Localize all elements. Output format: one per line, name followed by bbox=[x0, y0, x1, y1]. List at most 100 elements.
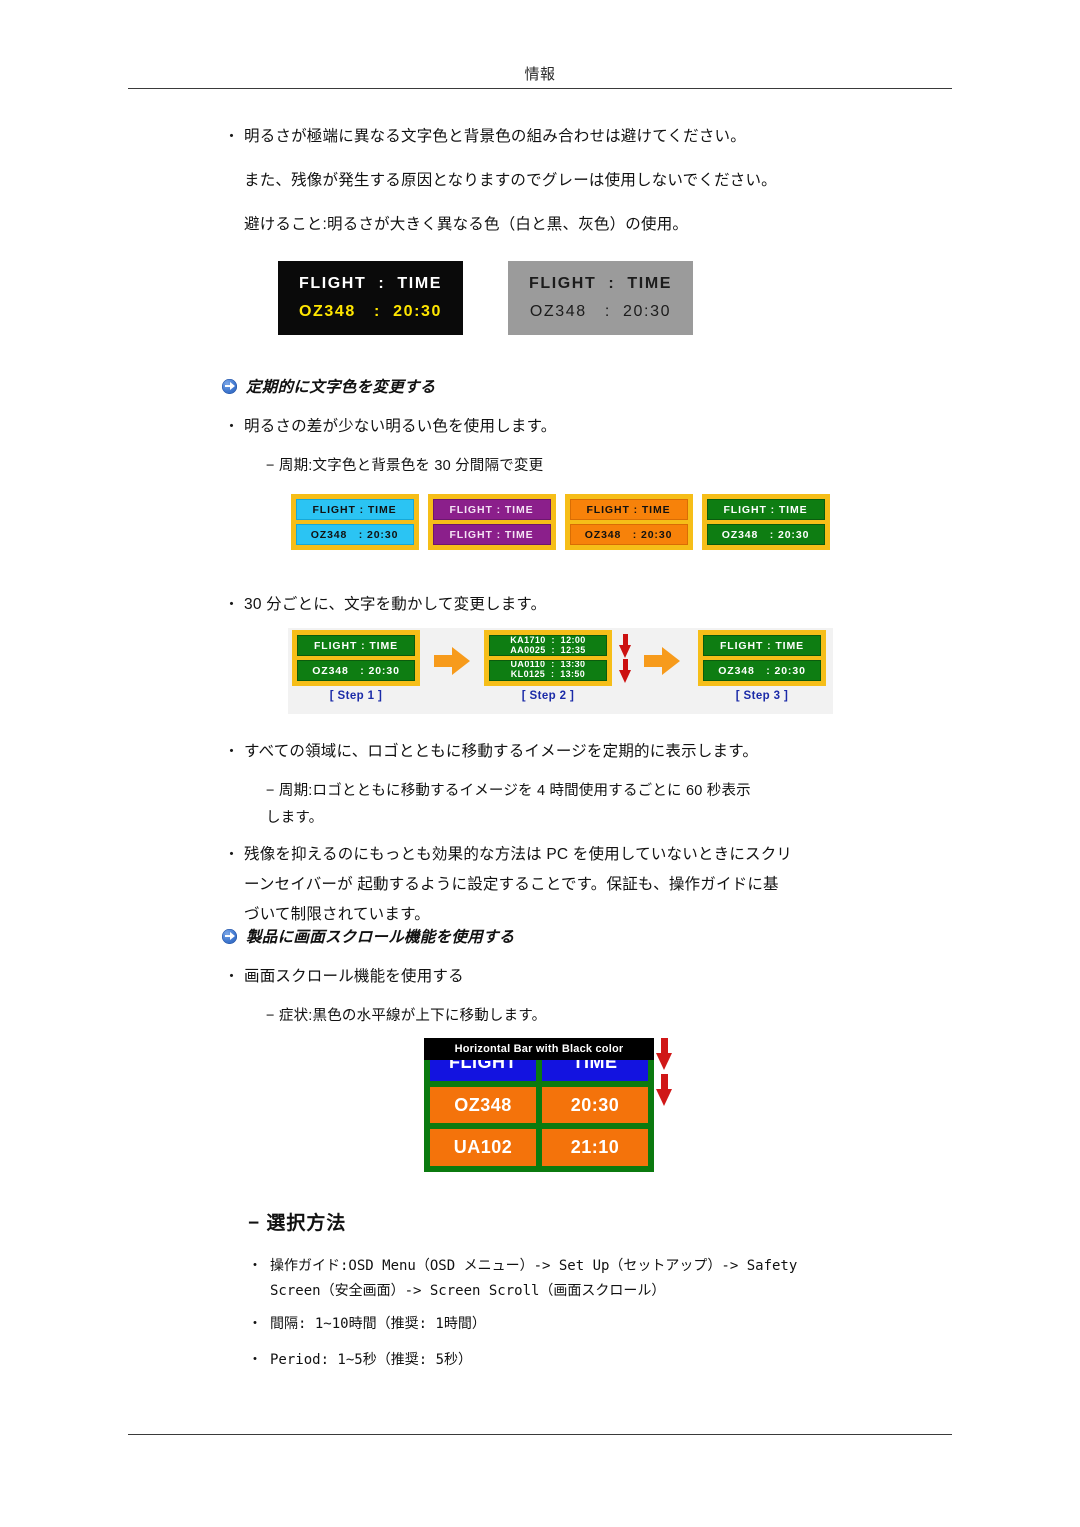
page-header-title: 情報 bbox=[524, 66, 556, 83]
bullet-dot-icon: ・ bbox=[224, 846, 240, 863]
section-heading-1-text: 定期的に文字色を変更する bbox=[246, 379, 436, 396]
bullet-dot-icon: ・ bbox=[224, 743, 240, 760]
flight-panel-gray-line2: OZ348 : 20:30 bbox=[529, 303, 672, 320]
section-heading-change-text-color: 定期的に文字色を変更する bbox=[222, 375, 436, 397]
step2-row2-line-b: KL0125 : 13:50 bbox=[510, 669, 586, 679]
step2-row2-line-a: UA0110 : 13:30 bbox=[510, 660, 586, 669]
color-panel-wrap-purple: FLIGHT : TIME FLIGHT : TIME bbox=[423, 494, 560, 550]
step2-row1-line-a: KA1710 : 12:00 bbox=[510, 635, 586, 645]
document-page: 情報 ・ 明るさが極端に異なる文字色と背景色の組み合わせは避けてください。 また… bbox=[0, 0, 1080, 1527]
section1-bullet-3-row: ・ すべての領域に、ロゴとともに移動するイメージを定期的に表示します。 bbox=[222, 737, 942, 767]
step3-row2: OZ348 : 20:30 bbox=[703, 660, 821, 681]
color-panel-wrap-cyan: FLIGHT : TIME OZ348 : 20:30 bbox=[286, 494, 423, 550]
step2-panel: KA1710 : 12:00 AA0025 : 12:35 UA0110 : 1… bbox=[484, 630, 612, 686]
header-rule bbox=[128, 88, 952, 89]
arrow-down-icon-3 bbox=[656, 1038, 673, 1070]
section1-bullet-4-line1: 残像を抑えるのにもっとも効果的な方法は PC を使用していないときにスクリ bbox=[244, 846, 793, 863]
step2-row1: KA1710 : 12:00 AA0025 : 12:35 bbox=[489, 635, 607, 656]
hb-row3-right: 21:10 bbox=[542, 1129, 648, 1167]
section1-bullet-2-text: 30 分ごとに、文字を動かして変更します。 bbox=[244, 596, 547, 613]
color-panel-wrap-green: FLIGHT : TIME OZ348 : 20:30 bbox=[697, 494, 834, 550]
hb-row2-right: 20:30 bbox=[542, 1086, 648, 1124]
arrow-bullet-icon bbox=[222, 378, 237, 394]
horizontal-bar-row-3: UA102 21:10 bbox=[430, 1129, 648, 1167]
bullet-dot-icon: ・ bbox=[248, 1258, 262, 1274]
section2-bullet-1-text: 画面スクロール機能を使用する bbox=[244, 968, 464, 985]
step3-label: [ Step 3 ] bbox=[735, 690, 789, 702]
arrow-down-icon-2 bbox=[619, 659, 632, 683]
section2-bullet-1-block: ・ 画面スクロール機能を使用する − 症状:黒色の水平線が上下に移動します。 bbox=[222, 962, 922, 1030]
color-panel-orange-row2: OZ348 : 20:30 bbox=[569, 524, 688, 545]
section1-bullet-1-block: ・ 明るさの差が少ない明るい色を使用します。 − 周期:文字色と背景色を 30 … bbox=[222, 412, 922, 480]
flight-panel-black: FLIGHT : TIME OZ348 : 20:30 bbox=[278, 261, 463, 335]
flight-panel-black-line2: OZ348 : 20:30 bbox=[299, 303, 442, 320]
horizontal-black-bar-label: Horizontal Bar with Black color bbox=[424, 1038, 654, 1060]
bullet-dot-icon: ・ bbox=[224, 968, 240, 985]
figure-horizontal-bar: FLIGHT TIME OZ348 20:30 UA102 21:10 Hori… bbox=[424, 1038, 676, 1172]
arrow-down-icon-4 bbox=[656, 1074, 673, 1106]
flight-panel-gray-line1: FLIGHT : TIME bbox=[528, 275, 673, 292]
footer-rule bbox=[128, 1434, 952, 1435]
section2-dash-1: − 症状:黒色の水平線が上下に移動します。 bbox=[266, 1008, 547, 1024]
color-panel-wrap-orange: FLIGHT : TIME OZ348 : 20:30 bbox=[560, 494, 697, 550]
color-panel-cyan: FLIGHT : TIME OZ348 : 20:30 bbox=[290, 494, 419, 550]
bullet-dot-icon: ・ bbox=[224, 128, 240, 145]
section-heading-2-text: 製品に画面スクロール機能を使用する bbox=[246, 929, 515, 946]
section1-dash-2-line1: − 周期:ロゴとともに移動するイメージを 4 時間使用するごとに 60 秒表示 bbox=[266, 783, 751, 799]
intro-block: ・ 明るさが極端に異なる文字色と背景色の組み合わせは避けてください。 また、残像… bbox=[222, 122, 922, 240]
horizontal-bar-row-2: OZ348 20:30 bbox=[430, 1086, 648, 1124]
step1-row1: FLIGHT : TIME bbox=[297, 635, 415, 656]
arrow-right-icon-1 bbox=[434, 647, 470, 675]
color-panel-purple-row2: FLIGHT : TIME bbox=[432, 524, 551, 545]
intro-line-3: 避けること:明るさが大きく異なる色（白と黒、灰色）の使用。 bbox=[244, 216, 689, 233]
step1-label: [ Step 1 ] bbox=[329, 690, 383, 702]
section1-bullet-1-text: 明るさの差が少ない明るい色を使用します。 bbox=[244, 418, 557, 435]
color-panel-cyan-row2: OZ348 : 20:30 bbox=[295, 524, 414, 545]
section1-bullet-3-block: ・ すべての領域に、ロゴとともに移動するイメージを定期的に表示します。 − 周期… bbox=[222, 737, 942, 832]
section1-bullet-2-block: ・ 30 分ごとに、文字を動かして変更します。 bbox=[222, 590, 922, 620]
step1-row2: OZ348 : 20:30 bbox=[297, 660, 415, 681]
step2-label: [ Step 2 ] bbox=[521, 690, 575, 702]
flight-panel-black-line1: FLIGHT : TIME bbox=[298, 275, 443, 292]
step3-row1: FLIGHT : TIME bbox=[703, 635, 821, 656]
section1-bullet-3-text: すべての領域に、ロゴとともに移動するイメージを定期的に表示します。 bbox=[244, 743, 759, 760]
section-heading-screen-scroll: 製品に画面スクロール機能を使用する bbox=[222, 925, 515, 947]
color-panel-orange: FLIGHT : TIME OZ348 : 20:30 bbox=[564, 494, 693, 550]
bullet-dot-icon: ・ bbox=[248, 1316, 262, 1332]
color-panel-green-row1: FLIGHT : TIME bbox=[706, 499, 825, 520]
step2-row2: UA0110 : 13:30 KL0125 : 13:50 bbox=[489, 660, 607, 681]
section1-bullet-4-line2: ーンセイバーが 起動するように設定することです。保証も、操作ガイドに基 bbox=[244, 876, 779, 893]
selection-item-2: ・ 間隔: 1~10時間（推奨: 1時間） bbox=[248, 1312, 948, 1337]
selection-item-1-line1: 操作ガイド:OSD Menu（OSD メニュー）-> Set Up（セットアップ… bbox=[270, 1258, 798, 1274]
section1-bullet-4-row: ・ 残像を抑えるのにもっとも効果的な方法は PC を使用していないときにスクリ … bbox=[222, 840, 942, 930]
intro-line-2: また、残像が発生する原因となりますのでグレーは使用しないでください。 bbox=[244, 172, 777, 189]
selection-item-1: ・ 操作ガイド:OSD Menu（OSD メニュー）-> Set Up（セットア… bbox=[248, 1254, 948, 1304]
selection-item-2-line1: 間隔: 1~10時間（推奨: 1時間） bbox=[270, 1316, 486, 1332]
section1-bullet-1-row: ・ 明るさの差が少ない明るい色を使用します。 bbox=[222, 412, 922, 442]
selection-item-3-line1: Period: 1~5秒（推奨: 5秒） bbox=[270, 1352, 473, 1368]
section1-bullet-4-block: ・ 残像を抑えるのにもっとも効果的な方法は PC を使用していないときにスクリ … bbox=[222, 840, 942, 930]
intro-line-1: 明るさが極端に異なる文字色と背景色の組み合わせは避けてください。 bbox=[244, 128, 746, 145]
arrow-right-icon-2 bbox=[644, 647, 680, 675]
arrow-bullet-icon bbox=[222, 928, 237, 944]
flight-panel-gray: FLIGHT : TIME OZ348 : 20:30 bbox=[508, 261, 693, 335]
step2-row1-line-b: AA0025 : 12:35 bbox=[510, 645, 586, 655]
intro-bullet-row: ・ 明るさが極端に異なる文字色と背景色の組み合わせは避けてください。 bbox=[222, 122, 922, 152]
figure-color-cycle: FLIGHT : TIME OZ348 : 20:30 FLIGHT : TIM… bbox=[286, 494, 834, 550]
selection-item-3: ・ Period: 1~5秒（推奨: 5秒） bbox=[248, 1348, 948, 1373]
figure-scroll-steps: FLIGHT : TIME OZ348 : 20:30 [ Step 1 ] K… bbox=[288, 628, 833, 714]
step1-panel: FLIGHT : TIME OZ348 : 20:30 bbox=[292, 630, 420, 686]
color-panel-cyan-row1: FLIGHT : TIME bbox=[295, 499, 414, 520]
selection-item-1-line2: Screen（安全画面）-> Screen Scroll（画面スクロール） bbox=[270, 1283, 666, 1299]
section1-dash-1: − 周期:文字色と背景色を 30 分間隔で変更 bbox=[266, 458, 544, 474]
step3-panel: FLIGHT : TIME OZ348 : 20:30 bbox=[698, 630, 826, 686]
bullet-dot-icon: ・ bbox=[248, 1352, 262, 1368]
color-panel-purple-row1: FLIGHT : TIME bbox=[432, 499, 551, 520]
bullet-dot-icon: ・ bbox=[224, 596, 240, 613]
color-panel-green-row2: OZ348 : 20:30 bbox=[706, 524, 825, 545]
section1-dash-2-line2: します。 bbox=[266, 810, 324, 826]
color-panel-orange-row1: FLIGHT : TIME bbox=[569, 499, 688, 520]
bullet-dot-icon: ・ bbox=[224, 418, 240, 435]
color-panel-green: FLIGHT : TIME OZ348 : 20:30 bbox=[701, 494, 830, 550]
color-panel-purple: FLIGHT : TIME FLIGHT : TIME bbox=[427, 494, 556, 550]
